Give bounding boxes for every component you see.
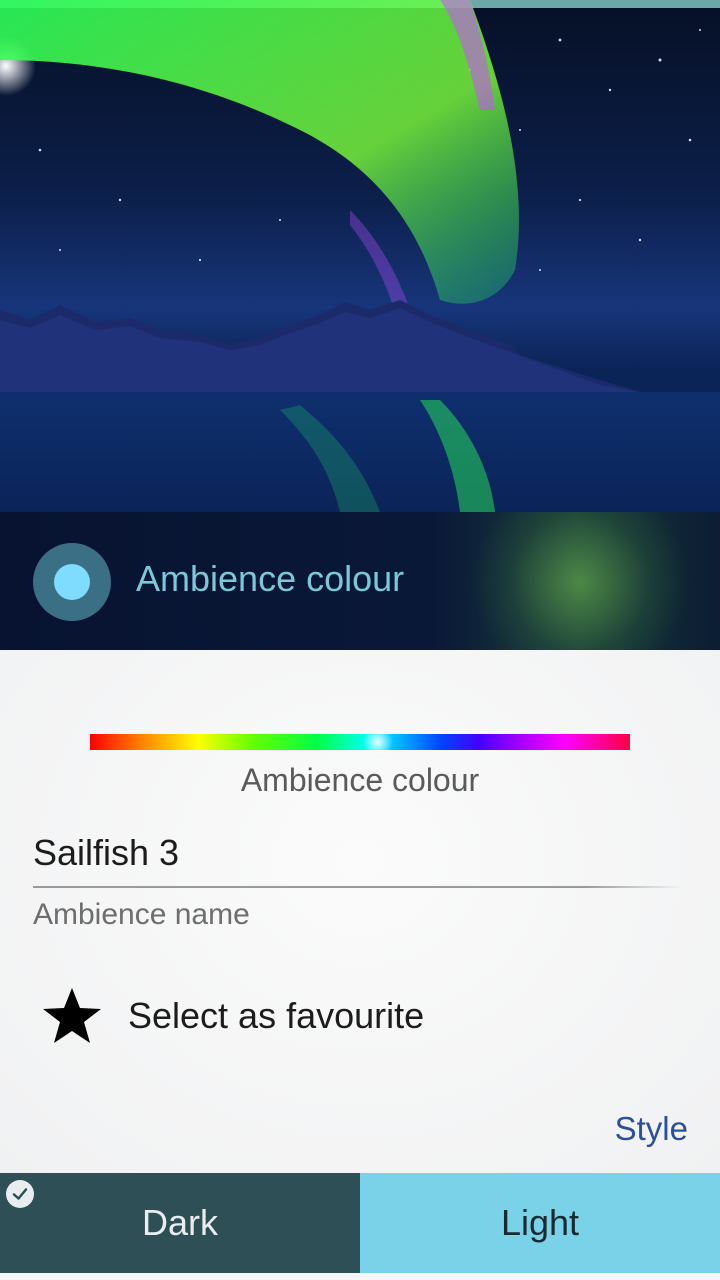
aurora-landscape xyxy=(0,0,720,512)
style-dark-label: Dark xyxy=(141,1202,218,1243)
select-favourite-button[interactable]: Select as favourite xyxy=(40,980,540,1052)
star-icon xyxy=(43,988,101,1043)
style-light-button[interactable]: Light xyxy=(360,1173,720,1273)
ambience-name-underline xyxy=(33,886,683,888)
style-dark-button[interactable]: Dark xyxy=(0,1173,360,1273)
checkmark-icon xyxy=(6,1180,34,1208)
aurora-glow xyxy=(470,512,690,650)
style-light-label: Light xyxy=(500,1202,580,1243)
ambience-wallpaper-image xyxy=(0,0,720,512)
bottom-edge xyxy=(0,1273,720,1280)
select-favourite-label: Select as favourite xyxy=(128,995,425,1036)
colour-slider-caption: Ambience colour xyxy=(240,762,480,798)
ambience-name-label: Ambience name xyxy=(33,898,250,931)
colour-slider-handle[interactable] xyxy=(360,730,396,754)
ambience-colour-swatch[interactable] xyxy=(33,543,111,621)
ambience-colour-header-label: Ambience colour xyxy=(136,558,405,599)
selected-colour-dot xyxy=(54,564,90,600)
ambience-name-input[interactable]: Sailfish 3 xyxy=(33,832,179,874)
style-section-label: Style xyxy=(614,1110,688,1147)
